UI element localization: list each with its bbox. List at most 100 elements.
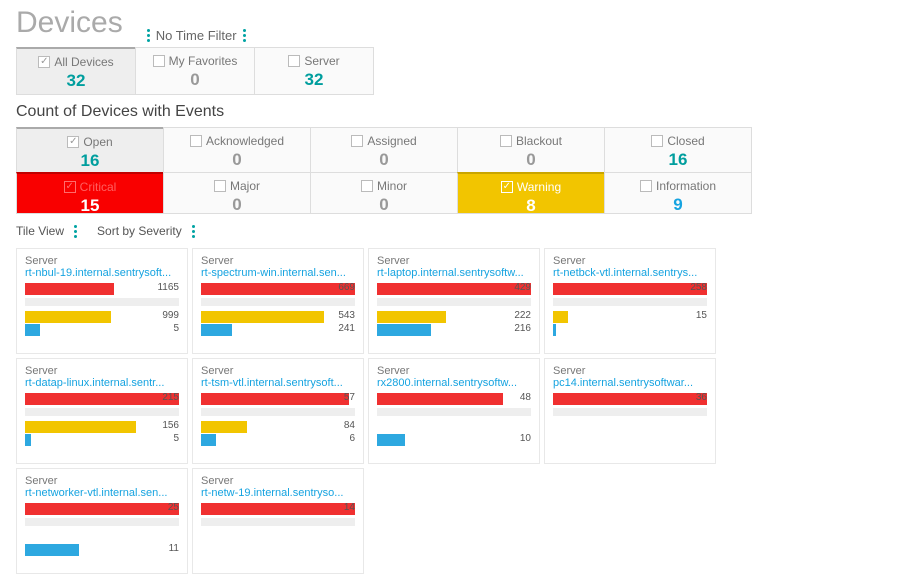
metric-bar-red: 57: [201, 393, 355, 405]
bar-separator: [201, 516, 355, 530]
metric-bar-blue: 5: [25, 324, 179, 336]
checkbox-icon[interactable]: [361, 180, 373, 192]
device-tile[interactable]: Serverrt-networker-vtl.internal.sen...25…: [16, 468, 188, 574]
status-filter-count: 0: [311, 150, 457, 170]
severity-filter-label: Warning: [517, 180, 561, 194]
checkbox-icon[interactable]: [640, 180, 652, 192]
device-filter-all[interactable]: All Devices32: [16, 47, 136, 95]
device-name-link[interactable]: rx2800.internal.sentrysoftw...: [377, 377, 531, 389]
device-name-link[interactable]: rt-spectrum-win.internal.sen...: [201, 267, 355, 279]
status-filter-assn[interactable]: Assigned 0: [310, 127, 458, 173]
checkbox-icon[interactable]: [67, 136, 79, 148]
device-name-link[interactable]: rt-netbck-vtl.internal.sentrys...: [553, 267, 707, 279]
device-tile[interactable]: Serverrx2800.internal.sentrysoftw...4810: [368, 358, 540, 464]
time-filter-label[interactable]: No Time Filter: [156, 28, 237, 43]
device-tile[interactable]: Serverrt-spectrum-win.internal.sen...669…: [192, 248, 364, 354]
bar-separator: [25, 296, 179, 310]
device-tile[interactable]: Serverrt-netbck-vtl.internal.sentrys...2…: [544, 248, 716, 354]
severity-filter-warn[interactable]: Warning8: [457, 172, 605, 214]
metric-value: 48: [520, 392, 531, 403]
device-tile[interactable]: Serverrt-datap-linux.internal.sentr... 21…: [16, 358, 188, 464]
severity-filter-label: Major: [230, 179, 260, 193]
metric-value: 1165: [157, 282, 179, 293]
status-filter-black[interactable]: Blackout0: [457, 127, 605, 173]
checkbox-icon[interactable]: [351, 135, 363, 147]
device-name-link[interactable]: pc14.internal.sentrysoftwar...: [553, 377, 707, 389]
severity-filter-maj[interactable]: Major 0: [163, 172, 311, 214]
device-filter-label: My Favorites: [169, 54, 238, 68]
device-filter-srv[interactable]: Server32: [254, 47, 374, 95]
severity-filter-count: 0: [311, 195, 457, 215]
severity-filter-min[interactable]: Minor 0: [310, 172, 458, 214]
metric-bar-red: 36: [553, 393, 707, 405]
metric-value: 222: [514, 310, 531, 321]
status-filter-closed[interactable]: Closed16: [604, 127, 752, 173]
metric-value: 258: [690, 282, 707, 293]
severity-filter-info[interactable]: Information9: [604, 172, 752, 214]
checkbox-icon[interactable]: [38, 56, 50, 68]
view-mode[interactable]: Tile View: [16, 224, 64, 238]
device-tile[interactable]: Serverrt-netw-19.internal.sentryso... 14: [192, 468, 364, 574]
status-filter-ack[interactable]: Acknowledged0: [163, 127, 311, 173]
device-name-link[interactable]: rt-laptop.internal.sentrysoftw...: [377, 267, 531, 279]
device-name-link[interactable]: rt-datap-linux.internal.sentr...: [25, 377, 179, 389]
metric-value: 36: [696, 392, 707, 403]
metric-bar-red: 215: [25, 393, 179, 405]
metric-value: 429: [514, 282, 531, 293]
severity-filter-label: Minor: [377, 179, 407, 193]
checkbox-icon[interactable]: [190, 135, 202, 147]
bar-separator: [377, 406, 531, 420]
severity-filter-label: Information: [656, 179, 716, 193]
metric-bar-blue: 11: [25, 544, 179, 556]
bar-separator: [25, 406, 179, 420]
device-type: Server: [201, 365, 355, 377]
checkbox-icon[interactable]: [214, 180, 226, 192]
device-tile[interactable]: Serverrt-tsm-vtl.internal.sentrysoft... 5…: [192, 358, 364, 464]
device-type: Server: [201, 475, 355, 487]
metric-value: 6: [349, 433, 355, 444]
device-name-link[interactable]: rt-tsm-vtl.internal.sentrysoft...: [201, 377, 355, 389]
device-name-link[interactable]: rt-netw-19.internal.sentryso...: [201, 487, 355, 499]
device-tile[interactable]: Serverrt-nbul-19.internal.sentrysoft...1…: [16, 248, 188, 354]
sort-mode[interactable]: Sort by Severity: [97, 224, 182, 238]
device-tile[interactable]: Serverrt-laptop.internal.sentrysoftw...4…: [368, 248, 540, 354]
metric-bar-yellow: 15: [553, 311, 707, 323]
metric-bar-yellow: 999: [25, 311, 179, 323]
checkbox-icon[interactable]: [651, 135, 663, 147]
status-filter-label: Blackout: [516, 134, 562, 148]
status-filter-label: Closed: [667, 134, 704, 148]
checkbox-icon[interactable]: [501, 181, 513, 193]
status-filter-open[interactable]: Open16: [16, 127, 164, 173]
device-tile[interactable]: Serverpc14.internal.sentrysoftwar...36: [544, 358, 716, 464]
metric-bar-blue: [553, 434, 707, 446]
metric-value: 15: [696, 310, 707, 321]
metric-value: 5: [173, 323, 179, 334]
device-filter-count: 32: [17, 71, 135, 91]
metric-bar-yellow: 156: [25, 421, 179, 433]
device-type: Server: [25, 365, 179, 377]
bar-separator: [553, 296, 707, 310]
device-filter-count: 0: [136, 70, 254, 90]
status-filter-label: Acknowledged: [206, 134, 284, 148]
status-filter-label: Assigned: [367, 134, 416, 148]
checkbox-icon[interactable]: [153, 55, 165, 67]
metric-bar-yellow: [377, 421, 531, 433]
checkbox-icon[interactable]: [500, 135, 512, 147]
bar-separator: [201, 406, 355, 420]
severity-filter-count: 0: [164, 195, 310, 215]
device-name-link[interactable]: rt-networker-vtl.internal.sen...: [25, 487, 179, 499]
sort-mode-menu-icon[interactable]: [192, 225, 195, 238]
metric-value: 14: [344, 502, 355, 513]
metric-bar-yellow: [201, 531, 355, 543]
severity-filter-crit[interactable]: Critical15: [16, 172, 164, 214]
device-filter-count: 32: [255, 70, 373, 90]
bar-separator: [553, 406, 707, 420]
checkbox-icon[interactable]: [64, 181, 76, 193]
device-filter-fav[interactable]: My Favorites 0: [135, 47, 255, 95]
checkbox-icon[interactable]: [288, 55, 300, 67]
time-filter-options-icon[interactable]: [243, 29, 246, 42]
metric-bar-red: 14: [201, 503, 355, 515]
time-filter-menu-icon[interactable]: [147, 29, 150, 42]
device-name-link[interactable]: rt-nbul-19.internal.sentrysoft...: [25, 267, 179, 279]
view-mode-menu-icon[interactable]: [74, 225, 77, 238]
